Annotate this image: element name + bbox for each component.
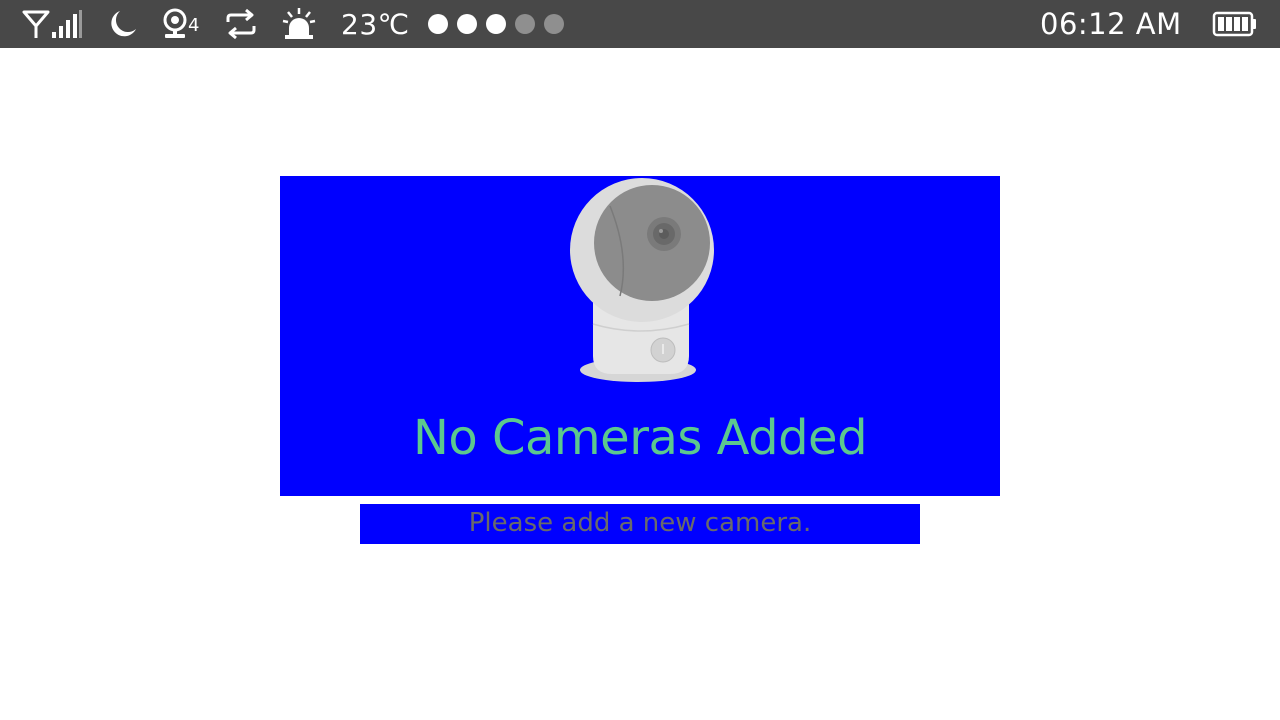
camera-illustration [560, 176, 720, 386]
battery-icon [1212, 0, 1258, 48]
page-dot-active [428, 14, 448, 34]
alarm-icon [282, 0, 316, 48]
page-dot-inactive [544, 14, 564, 34]
clock: 06:12 AM [1040, 7, 1182, 41]
page-dot-inactive [515, 14, 535, 34]
camera-icon [162, 0, 188, 48]
repeat-icon [224, 0, 258, 48]
page-dot-active [457, 14, 477, 34]
empty-state-title: No Cameras Added [412, 410, 868, 466]
empty-state-subtitle-panel: Please add a new camera. [360, 504, 920, 544]
page-dots [428, 0, 564, 48]
page-dot-active [486, 14, 506, 34]
camera-count: 4 [188, 15, 200, 36]
wifi-signal-icon [22, 0, 84, 48]
empty-state-panel: No Cameras Added [280, 176, 1000, 496]
status-bar: 4 23℃ 06:12 AM [0, 0, 1280, 48]
temperature: 23℃ [341, 7, 410, 41]
empty-state-subtitle: Please add a new camera. [468, 508, 812, 538]
moon-icon [108, 0, 138, 48]
